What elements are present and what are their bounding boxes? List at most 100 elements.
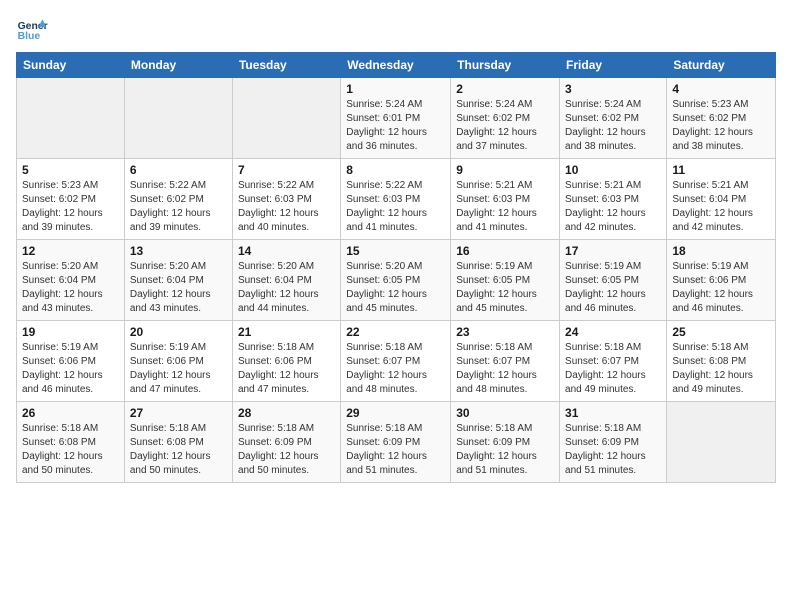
svg-text:Blue: Blue xyxy=(18,31,41,42)
day-cell: 27Sunrise: 5:18 AM Sunset: 6:08 PM Dayli… xyxy=(124,402,232,483)
day-number: 2 xyxy=(456,82,554,96)
day-number: 1 xyxy=(346,82,445,96)
logo-icon: General Blue xyxy=(16,16,48,44)
day-cell: 20 Sunrise: 5:19 AM Sunset: 6:06 PM Dayli… xyxy=(124,321,232,402)
day-number: 5 xyxy=(22,163,119,177)
day-number: 9 xyxy=(456,163,554,177)
day-info: Sunrise: 5:23 AM Sunset: 6:02 PM Dayligh… xyxy=(22,179,119,235)
week-row-0: 1 Sunrise: 5:24 AM Sunset: 6:01 PM Daylig… xyxy=(17,78,776,159)
day-cell: 8 Sunrise: 5:22 AM Sunset: 6:03 PM Daylig… xyxy=(341,159,451,240)
day-number: 24 xyxy=(565,325,661,339)
day-cell: 2Sunrise: 5:24 AM Sunset: 6:02 PM Daylig… xyxy=(451,78,560,159)
col-header-thursday: Thursday xyxy=(451,53,560,78)
day-info: Sunrise: 5:19 AM Sunset: 6:05 PM Dayligh… xyxy=(456,260,554,316)
day-info: Sunrise: 5:18 AM Sunset: 6:08 PM Dayligh… xyxy=(22,422,119,478)
day-number: 16 xyxy=(456,244,554,258)
logo: General Blue xyxy=(16,16,48,44)
day-number: 21 xyxy=(238,325,335,339)
day-info: Sunrise: 5:24 AM Sunset: 6:02 PM Dayligh… xyxy=(565,98,661,154)
day-cell: 7 Sunrise: 5:22 AM Sunset: 6:03 PM Daylig… xyxy=(232,159,340,240)
day-info: Sunrise: 5:18 AM Sunset: 6:09 PM Dayligh… xyxy=(456,422,554,478)
day-cell: 1 Sunrise: 5:24 AM Sunset: 6:01 PM Daylig… xyxy=(341,78,451,159)
day-info: Sunrise: 5:18 AM Sunset: 6:06 PM Dayligh… xyxy=(238,341,335,397)
day-number: 15 xyxy=(346,244,445,258)
day-cell: 28 Sunrise: 5:18 AM Sunset: 6:09 PM Dayli… xyxy=(232,402,340,483)
day-number: 28 xyxy=(238,406,335,420)
day-number: 25 xyxy=(672,325,770,339)
day-info: Sunrise: 5:18 AM Sunset: 6:09 PM Dayligh… xyxy=(346,422,445,478)
day-cell: 15 Sunrise: 5:20 AM Sunset: 6:05 PM Dayli… xyxy=(341,240,451,321)
day-cell: 29 Sunrise: 5:18 AM Sunset: 6:09 PM Dayli… xyxy=(341,402,451,483)
day-cell: 4Sunrise: 5:23 AM Sunset: 6:02 PM Daylig… xyxy=(667,78,776,159)
day-number: 6 xyxy=(130,163,227,177)
day-info: Sunrise: 5:21 AM Sunset: 6:03 PM Dayligh… xyxy=(456,179,554,235)
day-cell xyxy=(124,78,232,159)
day-info: Sunrise: 5:19 AM Sunset: 6:06 PM Dayligh… xyxy=(672,260,770,316)
col-header-tuesday: Tuesday xyxy=(232,53,340,78)
day-cell: 19Sunrise: 5:19 AM Sunset: 6:06 PM Dayli… xyxy=(17,321,125,402)
day-cell: 17 Sunrise: 5:19 AM Sunset: 6:05 PM Dayli… xyxy=(560,240,667,321)
day-info: Sunrise: 5:21 AM Sunset: 6:04 PM Dayligh… xyxy=(672,179,770,235)
col-header-monday: Monday xyxy=(124,53,232,78)
day-cell xyxy=(232,78,340,159)
day-info: Sunrise: 5:18 AM Sunset: 6:07 PM Dayligh… xyxy=(346,341,445,397)
day-number: 7 xyxy=(238,163,335,177)
day-cell: 31 Sunrise: 5:18 AM Sunset: 6:09 PM Dayli… xyxy=(560,402,667,483)
day-number: 17 xyxy=(565,244,661,258)
day-number: 22 xyxy=(346,325,445,339)
day-cell: 30 Sunrise: 5:18 AM Sunset: 6:09 PM Dayli… xyxy=(451,402,560,483)
day-number: 11 xyxy=(672,163,770,177)
col-header-friday: Friday xyxy=(560,53,667,78)
day-number: 4 xyxy=(672,82,770,96)
day-cell xyxy=(667,402,776,483)
day-info: Sunrise: 5:19 AM Sunset: 6:06 PM Dayligh… xyxy=(130,341,227,397)
day-info: Sunrise: 5:22 AM Sunset: 6:02 PM Dayligh… xyxy=(130,179,227,235)
day-number: 30 xyxy=(456,406,554,420)
day-cell: 13Sunrise: 5:20 AM Sunset: 6:04 PM Dayli… xyxy=(124,240,232,321)
week-row-2: 12Sunrise: 5:20 AM Sunset: 6:04 PM Dayli… xyxy=(17,240,776,321)
day-number: 20 xyxy=(130,325,227,339)
day-cell: 18 Sunrise: 5:19 AM Sunset: 6:06 PM Dayli… xyxy=(667,240,776,321)
col-header-wednesday: Wednesday xyxy=(341,53,451,78)
day-cell: 11 Sunrise: 5:21 AM Sunset: 6:04 PM Dayli… xyxy=(667,159,776,240)
day-info: Sunrise: 5:22 AM Sunset: 6:03 PM Dayligh… xyxy=(346,179,445,235)
day-info: Sunrise: 5:21 AM Sunset: 6:03 PM Dayligh… xyxy=(565,179,661,235)
day-info: Sunrise: 5:19 AM Sunset: 6:05 PM Dayligh… xyxy=(565,260,661,316)
day-info: Sunrise: 5:18 AM Sunset: 6:08 PM Dayligh… xyxy=(130,422,227,478)
day-cell: 25 Sunrise: 5:18 AM Sunset: 6:08 PM Dayli… xyxy=(667,321,776,402)
day-cell: 5 Sunrise: 5:23 AM Sunset: 6:02 PM Daylig… xyxy=(17,159,125,240)
day-info: Sunrise: 5:18 AM Sunset: 6:07 PM Dayligh… xyxy=(565,341,661,397)
day-cell: 26 Sunrise: 5:18 AM Sunset: 6:08 PM Dayli… xyxy=(17,402,125,483)
day-number: 19 xyxy=(22,325,119,339)
day-number: 3 xyxy=(565,82,661,96)
day-number: 18 xyxy=(672,244,770,258)
day-info: Sunrise: 5:18 AM Sunset: 6:08 PM Dayligh… xyxy=(672,341,770,397)
day-number: 23 xyxy=(456,325,554,339)
day-number: 29 xyxy=(346,406,445,420)
day-info: Sunrise: 5:18 AM Sunset: 6:09 PM Dayligh… xyxy=(565,422,661,478)
col-header-saturday: Saturday xyxy=(667,53,776,78)
day-number: 14 xyxy=(238,244,335,258)
day-number: 13 xyxy=(130,244,227,258)
day-cell xyxy=(17,78,125,159)
week-row-1: 5 Sunrise: 5:23 AM Sunset: 6:02 PM Daylig… xyxy=(17,159,776,240)
page-header: General Blue xyxy=(16,16,776,44)
day-info: Sunrise: 5:18 AM Sunset: 6:07 PM Dayligh… xyxy=(456,341,554,397)
day-cell: 9 Sunrise: 5:21 AM Sunset: 6:03 PM Daylig… xyxy=(451,159,560,240)
day-number: 10 xyxy=(565,163,661,177)
week-row-3: 19 Sunrise: 5:19 AM Sunset: 6:06 PM Dayli… xyxy=(17,321,776,402)
day-info: Sunrise: 5:20 AM Sunset: 6:04 PM Dayligh… xyxy=(238,260,335,316)
day-cell: 21 Sunrise: 5:18 AM Sunset: 6:06 PM Dayli… xyxy=(232,321,340,402)
day-number: 26 xyxy=(22,406,119,420)
day-number: 8 xyxy=(346,163,445,177)
week-row-4: 26 Sunrise: 5:18 AM Sunset: 6:08 PM Dayli… xyxy=(17,402,776,483)
day-cell: 12Sunrise: 5:20 AM Sunset: 6:04 PM Dayli… xyxy=(17,240,125,321)
day-cell: 22 Sunrise: 5:18 AM Sunset: 6:07 PM Dayli… xyxy=(341,321,451,402)
day-info: Sunrise: 5:22 AM Sunset: 6:03 PM Dayligh… xyxy=(238,179,335,235)
calendar-table: SundayMondayTuesdayWednesdayThursdayFrid… xyxy=(16,52,776,483)
day-info: Sunrise: 5:18 AM Sunset: 6:09 PM Dayligh… xyxy=(238,422,335,478)
day-number: 31 xyxy=(565,406,661,420)
day-info: Sunrise: 5:20 AM Sunset: 6:05 PM Dayligh… xyxy=(346,260,445,316)
day-info: Sunrise: 5:24 AM Sunset: 6:01 PM Dayligh… xyxy=(346,98,445,154)
day-info: Sunrise: 5:20 AM Sunset: 6:04 PM Dayligh… xyxy=(22,260,119,316)
